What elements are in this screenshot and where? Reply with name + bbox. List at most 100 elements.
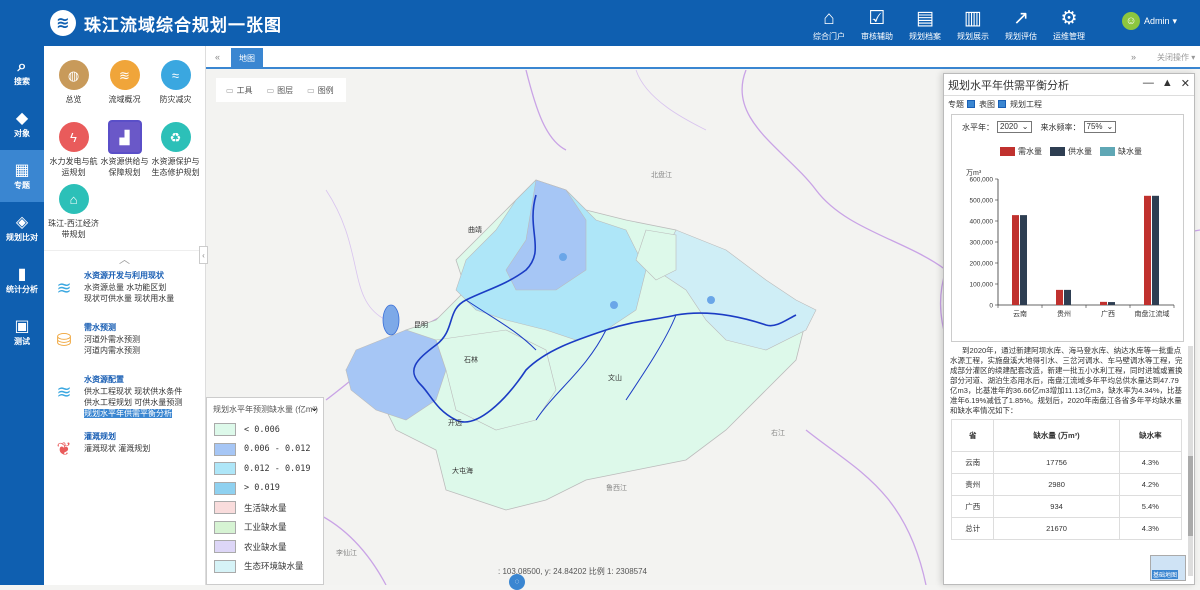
shortage-table: 省缺水量 (万m³) 缺水率 云南 17756 4.3% 贵州 2980 4.2% 广西 934… [950,419,1183,540]
frequency-select[interactable]: 75% ⌄ [1083,121,1117,133]
location-marker-icon[interactable]: ◌ [509,574,525,590]
chart-legend-item[interactable]: 缺水量 [1100,146,1142,157]
analysis-window: 规划水平年供需平衡分析 — ▲ ✕ 专题 表图 规划工程 水平年： 2020 ⌄ … [943,73,1195,585]
map-label: 石林 [464,355,478,364]
analysis-options: 专题 表图 规划工程 [944,96,1194,112]
legend-swatch [214,559,236,573]
x-tick-label: 广西 [1101,309,1115,318]
map-label: 文山 [608,373,622,382]
chart-legend-item[interactable]: 需水量 [1000,146,1042,157]
year-label: 水平年： [962,122,994,132]
topnav-item[interactable]: ☑ 审核辅助 [853,0,901,46]
table-header-row: 省缺水量 (万m³) 缺水率 [950,419,1183,452]
sidenav-item[interactable]: ◆ 对象 [0,98,44,150]
chart-checkbox[interactable] [967,100,975,108]
section-title[interactable]: 需水预测 [84,322,140,333]
chevron-down-icon: ▾ [1172,15,1178,26]
topnav-item[interactable]: ▥ 规划展示 [949,0,997,46]
bar-需水量 [1056,289,1063,305]
year-select[interactable]: 2020 ⌄ [997,121,1032,133]
topnav-item[interactable]: ▤ 规划档案 [901,0,949,46]
legend-swatch [1000,147,1015,156]
chevron-down-icon: ⌄ [1021,122,1029,131]
legend-rows: < 0.006 0.006 - 0.012 0.012 - 0.019 > 0.019… [207,420,323,576]
legend-header[interactable]: 规划水平年预测缺水量 (亿m³) ⌄ [207,398,323,420]
table-header-cell: 缺水率 [1118,419,1183,452]
sidenav-item[interactable]: ◈ 规划比对 [0,202,44,254]
analysis-title: 规划水平年供需平衡分析 [948,79,1069,92]
sidenav-item[interactable]: ⌕ 搜索 [0,46,44,98]
sidenav-item[interactable]: ▦ 专题 [0,150,44,202]
section-icon: ❦ [56,438,72,459]
close-icon[interactable]: ✕ [1181,77,1190,90]
legend-label: 生态环境缺水量 [244,562,304,573]
legend-swatch [214,442,236,456]
topic-icon: ◍ [58,60,89,90]
topic-item[interactable]: ≋ 流域概况 [99,60,150,122]
section-link[interactable]: 水资源总量 水功能区划 [84,282,174,293]
collapse-up-icon[interactable]: ▲ [1162,77,1173,90]
topic-section: ⛁ 需水预测 河道外需水预测 河道内需水预测 [44,316,205,368]
settings-gear-icon: ⚙ [1060,8,1078,29]
toolbar-toolbox-button[interactable]: ▭ 工具 [226,85,253,96]
topic-label: 防灾减灾 [159,95,192,104]
map-label: 大屯海 [452,466,473,475]
panel-toggle-button[interactable]: ‹ [199,246,208,264]
overview-map-thumbnail[interactable]: 基础地图 [1150,555,1186,581]
topic-item[interactable]: ⌂ 珠江-西江经济带规划 [48,184,99,246]
topic-icon: ≋ [109,60,140,90]
home-icon: ⌂ [823,8,835,29]
section-link[interactable]: 供水工程规划 可供水量预测 [84,397,182,408]
scrollbar-thumb[interactable] [1188,456,1193,536]
chevron-down-icon[interactable]: ⌄ [310,401,319,414]
section-link[interactable]: 灌溉现状 灌溉规划 [84,443,150,454]
section-title[interactable]: 水资源开发与利用现状 [84,270,174,281]
tab-next-icon[interactable]: » [1131,52,1136,62]
sidenav-item[interactable]: ▣ 测试 [0,306,44,358]
bar-供水量 [1064,289,1071,305]
section-link[interactable]: 河道外需水预测 [84,334,140,345]
scrollbar[interactable] [1188,346,1193,576]
y-tick-label: 200,000 [970,261,994,268]
section-title[interactable]: 灌溉规划 [84,431,150,442]
toolbar-layers-button[interactable]: ▭ 图层 [267,85,294,96]
table-row: 广西 934 5.4% [950,495,1183,518]
topic-item[interactable]: ≈ 防灾减灾 [150,60,201,122]
project-checkbox[interactable] [998,100,1006,108]
topic-item[interactable]: ϟ 水力发电与航运规划 [48,122,99,184]
topnav-item[interactable]: ⌂ 综合门户 [805,0,853,46]
layers-icon: ▭ [266,85,275,95]
user-menu[interactable]: ☺ Admin ▾ [1122,12,1177,30]
chevron-down-icon: ⌄ [1106,122,1114,131]
topic-item[interactable]: ◍ 总览 [48,60,99,122]
close-operations-menu[interactable]: 关闭操作 ▾ [1157,52,1195,63]
topic-label: 总览 [65,95,82,104]
table-cell: 21670 [993,517,1120,540]
legend-label: 工业缺水量 [244,523,287,534]
section-link[interactable]: 现状可供水量 现状用水量 [84,293,174,304]
topic-item[interactable]: ▟ 水资源供给与保障规划 [99,122,150,184]
section-link[interactable]: 河道内需水预测 [84,345,140,356]
tab-prev-icon[interactable]: « [215,52,220,62]
tab-map[interactable]: 地图 [231,48,263,69]
topic-label: 水资源供给与保障规划 [100,157,149,177]
layers-compare-icon: ◈ [15,214,29,231]
test-screen-icon: ▣ [14,318,30,335]
topnav-label: 运维管理 [1053,32,1085,41]
section-link[interactable]: 供水工程现状 现状供水条件 [84,386,182,397]
topic-item[interactable]: ♻ 水资源保护与生态修护规划 [150,122,201,184]
topnav-item[interactable]: ⚙ 运维管理 [1045,0,1093,46]
toolbar-legend-button[interactable]: ▭ 图例 [307,85,334,96]
evaluate-icon: ↗ [1013,8,1029,29]
legend-label: < 0.006 [244,424,280,435]
chart-legend-item[interactable]: 供水量 [1050,146,1092,157]
sidenav-item[interactable]: ▮ 统计分析 [0,254,44,306]
topnav-item[interactable]: ↗ 规划评估 [997,0,1045,46]
sidenav-label: 专题 [14,181,30,190]
section-title[interactable]: 水资源配置 [84,374,182,385]
legend-swatch [214,462,236,476]
section-link-active[interactable]: 规划水平年供需平衡分析 [84,408,182,419]
collapse-chevron-icon[interactable]: ︿ [44,250,205,266]
y-tick-label: 400,000 [970,219,994,226]
minimize-icon[interactable]: — [1143,77,1154,90]
